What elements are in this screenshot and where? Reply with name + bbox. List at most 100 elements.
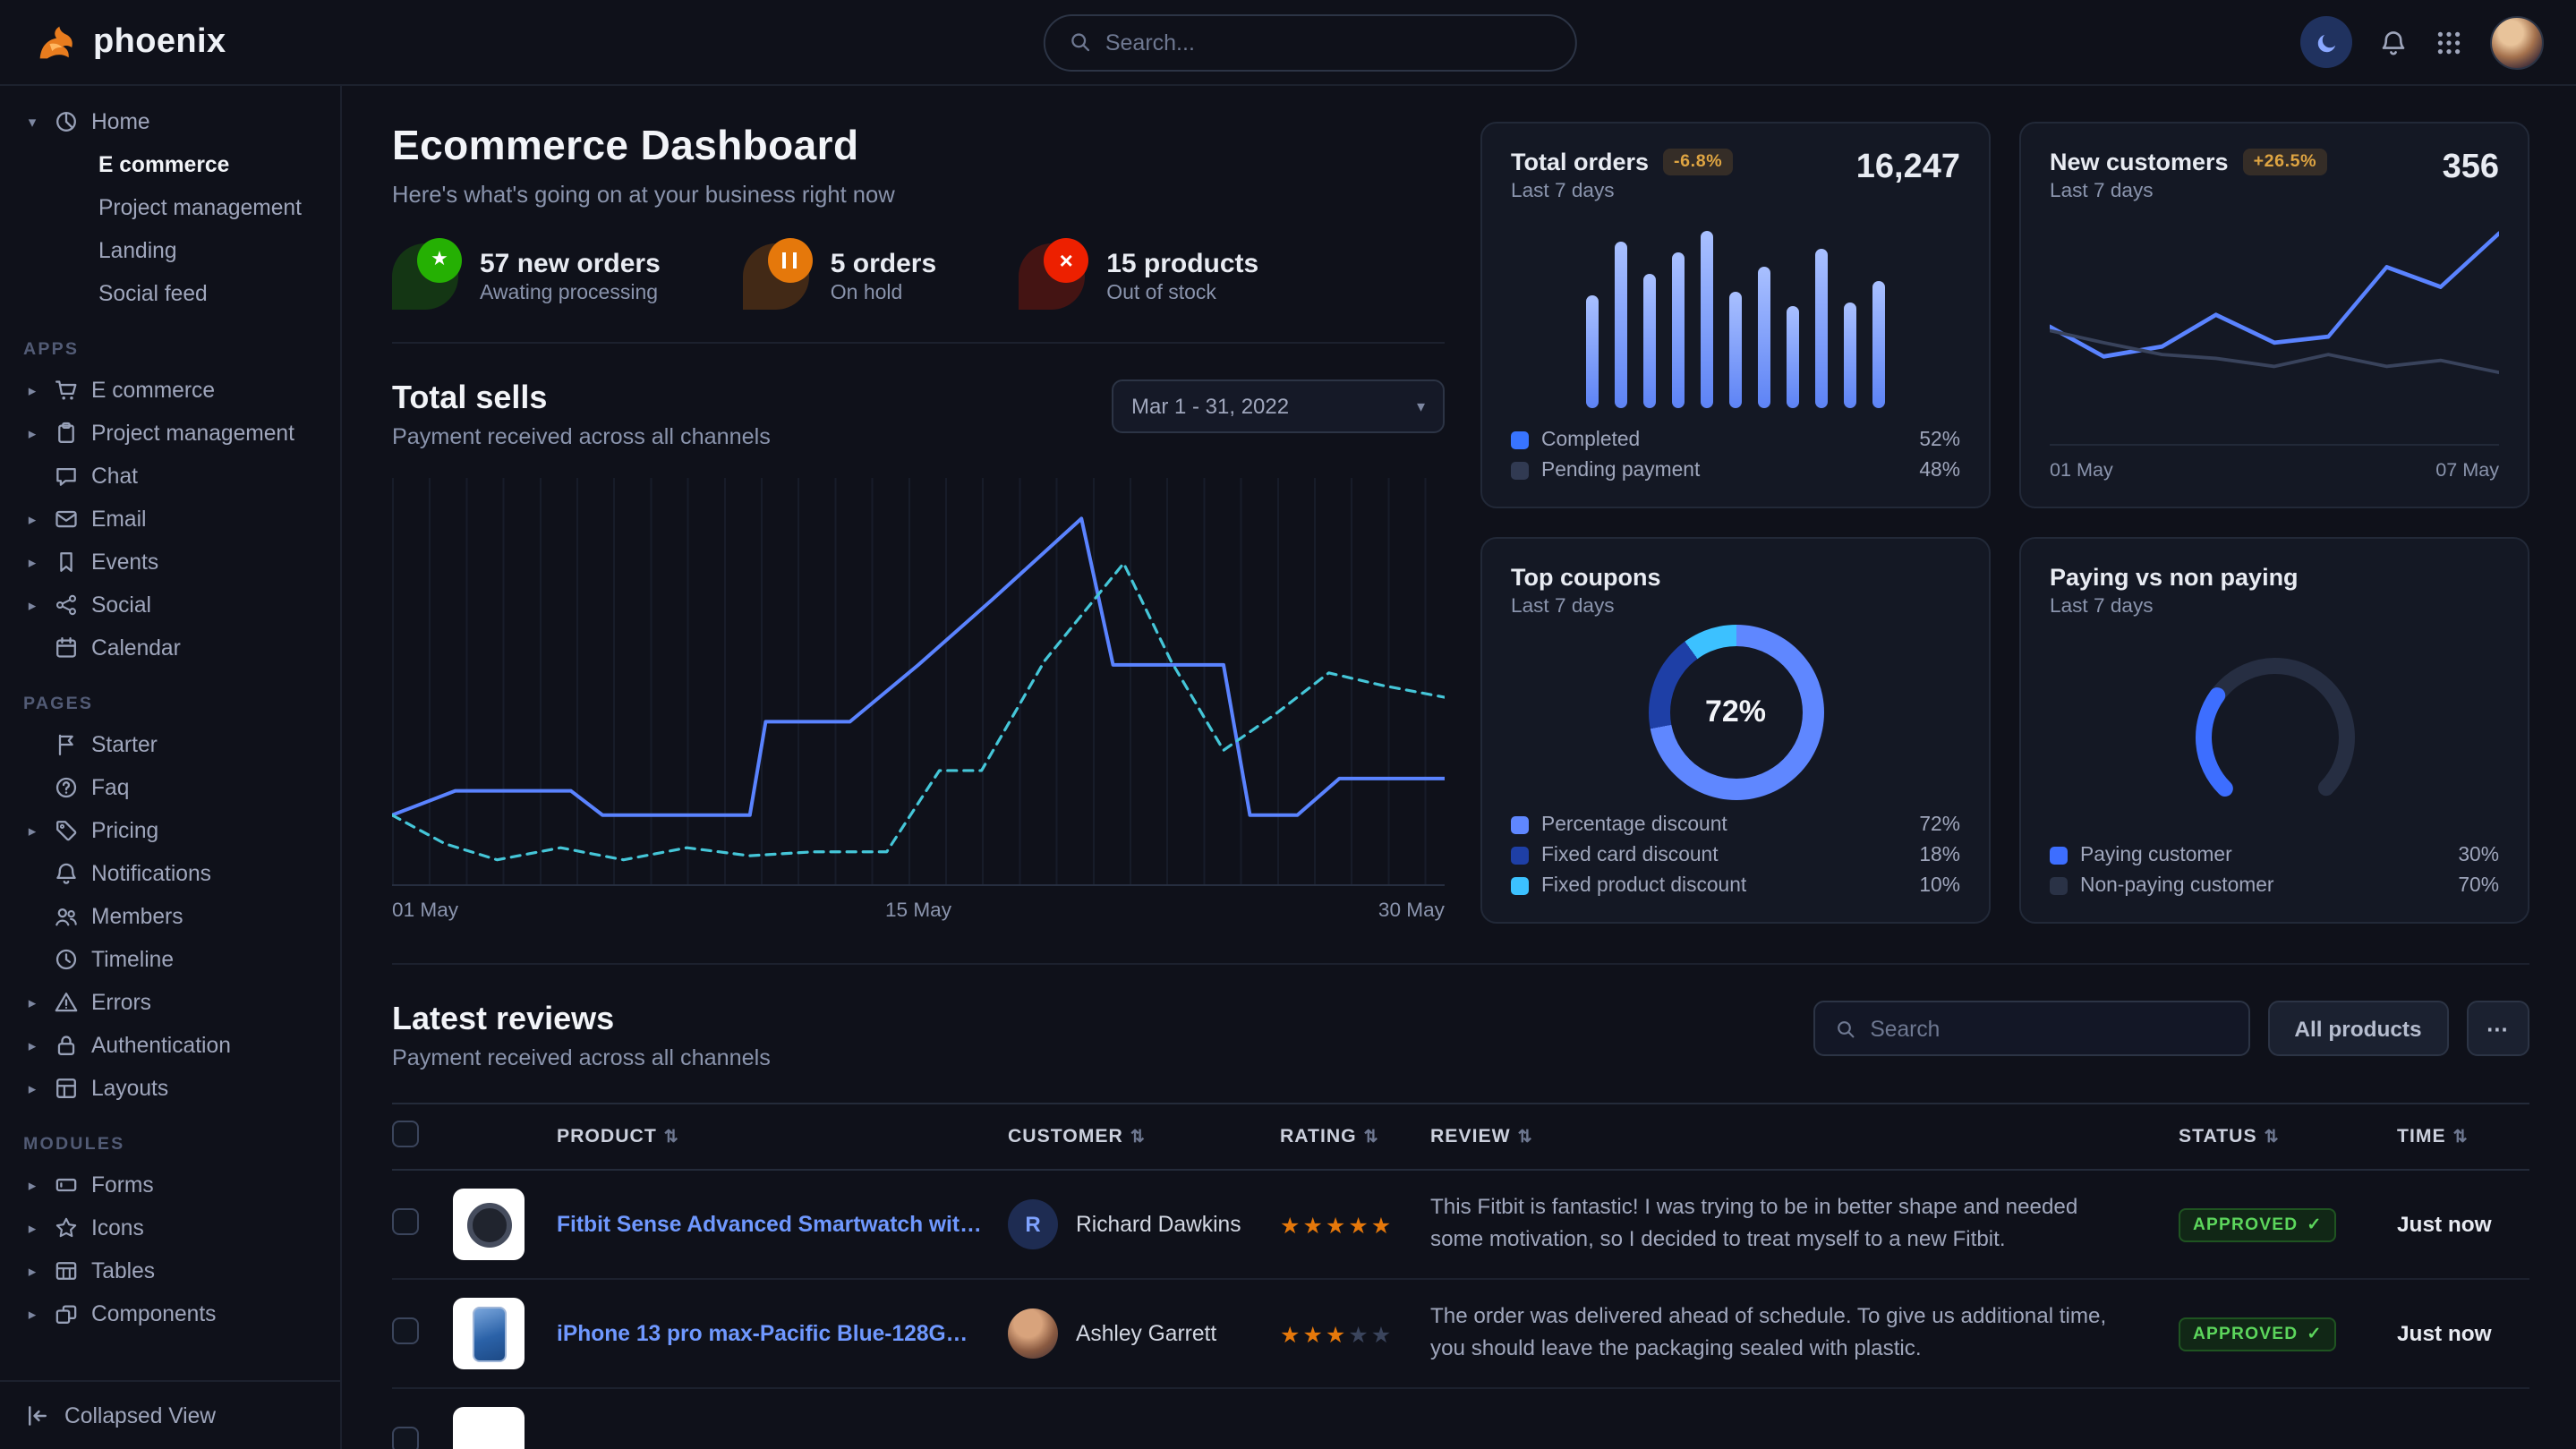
legend-paying: Paying customer 30% (2050, 845, 2499, 866)
row-checkbox[interactable] (392, 1208, 419, 1235)
sidebar-item-timeline[interactable]: Timeline (0, 938, 340, 981)
legend-percentage-discount: Percentage discount 72% (1511, 814, 1960, 836)
stat-value: 5 orders (831, 249, 936, 279)
table-icon (54, 1258, 79, 1283)
sidebar-item-tables[interactable]: ▸ Tables (0, 1249, 340, 1292)
apps-menu-button[interactable] (2435, 28, 2463, 56)
out-of-stock-blob: × (1019, 243, 1085, 310)
global-search[interactable] (1043, 13, 1576, 71)
star-filled-icon: ★ (1348, 1213, 1370, 1238)
sidebar-item-apps-project-management[interactable]: ▸ Project management (0, 412, 340, 455)
sidebar-item-calendar[interactable]: Calendar (0, 626, 340, 669)
sidebar-item-label: Email (91, 507, 147, 532)
sort-status[interactable]: STATUS ⇅ (2179, 1126, 2397, 1147)
legend-label: Completed (1541, 430, 1640, 451)
customer-name: Ashley Garrett (1076, 1321, 1216, 1346)
row-checkbox[interactable] (392, 1427, 419, 1449)
coupons-donut-chart: 72% (1648, 625, 1823, 800)
legend-value: 10% (1919, 875, 1960, 897)
product-link[interactable]: Fitbit Sense Advanced Smartwatch with To… (557, 1212, 1008, 1237)
product-thumbnail[interactable] (453, 1298, 525, 1369)
legend-value: 48% (1919, 460, 1960, 482)
question-icon (54, 775, 79, 800)
sort-customer[interactable]: CUSTOMER ⇅ (1008, 1126, 1280, 1147)
sidebar-subitem-landing[interactable]: Landing (0, 229, 340, 272)
sidebar-subitem-ecommerce[interactable]: E commerce (0, 143, 340, 186)
latest-reviews-title: Latest reviews (392, 1001, 771, 1038)
customer-avatar: R (1008, 1199, 1058, 1249)
global-search-input[interactable] (1105, 30, 1551, 55)
reviews-table: PRODUCT ⇅ CUSTOMER ⇅ RATING ⇅ REVIEW (392, 1103, 2529, 1449)
collapsed-view-toggle[interactable]: Collapsed View (0, 1380, 340, 1449)
check-icon: ✓ (2307, 1215, 2322, 1234)
sort-icon: ⇅ (1518, 1127, 1533, 1146)
product-thumbnail[interactable] (453, 1407, 525, 1449)
caret-right-icon: ▸ (23, 1218, 41, 1238)
customer-name: Richard Dawkins (1076, 1212, 1241, 1237)
bookmark-icon (54, 550, 79, 575)
sort-rating[interactable]: RATING ⇅ (1280, 1126, 1430, 1147)
order-bar (1787, 307, 1799, 408)
caret-right-icon: ▸ (23, 1078, 41, 1098)
sidebar-item-events[interactable]: ▸ Events (0, 541, 340, 584)
sidebar-item-members[interactable]: Members (0, 895, 340, 938)
sidebar-subitem-social-feed[interactable]: Social feed (0, 272, 340, 315)
sidebar-item-home[interactable]: ▾ Home (0, 100, 340, 143)
card-title: New customers (2050, 149, 2229, 175)
theme-toggle-button[interactable] (2300, 16, 2352, 68)
star-filled-icon: ★ (1371, 1213, 1394, 1238)
sidebar-item-starter[interactable]: Starter (0, 723, 340, 766)
sidebar-subitem-project-management[interactable]: Project management (0, 186, 340, 229)
sidebar-item-components[interactable]: ▸ Components (0, 1292, 340, 1335)
reviews-table-header: PRODUCT ⇅ CUSTOMER ⇅ RATING ⇅ REVIEW (392, 1103, 2529, 1171)
sidebar-item-pricing[interactable]: ▸ Pricing (0, 809, 340, 852)
reviews-search-input[interactable] (1870, 1016, 2228, 1041)
sort-product[interactable]: PRODUCT ⇅ (557, 1126, 1008, 1147)
brand[interactable]: phoenix (32, 19, 226, 65)
card-title: Top coupons (1511, 564, 1661, 591)
customer-avatar (1008, 1308, 1058, 1359)
review-text: This Fitbit is fantastic! I was trying t… (1430, 1193, 2179, 1256)
column-label: REVIEW (1430, 1126, 1511, 1147)
sidebar-item-faq[interactable]: Faq (0, 766, 340, 809)
product-thumbnail[interactable] (453, 1189, 525, 1260)
sidebar-item-authentication[interactable]: ▸ Authentication (0, 1024, 340, 1067)
user-avatar[interactable] (2490, 15, 2544, 69)
sort-review[interactable]: REVIEW ⇅ (1430, 1126, 2179, 1147)
legend-swatch (1511, 462, 1529, 480)
stat-out-of-stock: × 15 products Out of stock (1019, 243, 1258, 310)
sort-time[interactable]: TIME ⇅ (2397, 1126, 2529, 1147)
sidebar-item-label: Timeline (91, 947, 174, 972)
select-all-checkbox[interactable] (392, 1121, 419, 1147)
notifications-button[interactable] (2379, 28, 2408, 56)
sidebar-item-notifications[interactable]: Notifications (0, 852, 340, 895)
sort-icon: ⇅ (1364, 1127, 1379, 1146)
reviews-search[interactable] (1813, 1001, 2249, 1056)
sidebar-item-layouts[interactable]: ▸ Layouts (0, 1067, 340, 1110)
row-checkbox[interactable] (392, 1317, 419, 1344)
caret-right-icon: ▸ (23, 509, 41, 529)
legend-swatch (1511, 431, 1529, 449)
sidebar-item-apps-ecommerce[interactable]: ▸ E commerce (0, 369, 340, 412)
cart-icon (54, 378, 79, 403)
smartwatch-image (466, 1202, 511, 1247)
sidebar-item-chat[interactable]: Chat (0, 455, 340, 498)
order-bar (1815, 249, 1828, 408)
more-options-button[interactable]: ⋯ (2467, 1001, 2529, 1056)
date-range-select[interactable]: Mar 1 - 31, 2022 ▾ (1112, 379, 1445, 433)
new-customers-line-chart (2050, 227, 2499, 426)
sidebar-item-errors[interactable]: ▸ Errors (0, 981, 340, 1024)
order-bar (1758, 267, 1770, 408)
sidebar-item-icons[interactable]: ▸ Icons (0, 1206, 340, 1249)
order-bar (1701, 231, 1713, 408)
main-content: Ecommerce Dashboard Here's what's going … (342, 86, 2576, 1449)
sidebar-item-forms[interactable]: ▸ Forms (0, 1163, 340, 1206)
sidebar-item-email[interactable]: ▸ Email (0, 498, 340, 541)
all-products-button[interactable]: All products (2267, 1001, 2448, 1056)
sidebar-item-label: Project management (91, 421, 294, 446)
product-link[interactable]: iPhone 13 pro max-Pacific Blue-128GB sto… (557, 1321, 1008, 1346)
column-label: PRODUCT (557, 1126, 657, 1147)
order-bar (1844, 303, 1856, 408)
total-sells-subtitle: Payment received across all channels (392, 424, 771, 449)
sidebar-item-social[interactable]: ▸ Social (0, 584, 340, 626)
